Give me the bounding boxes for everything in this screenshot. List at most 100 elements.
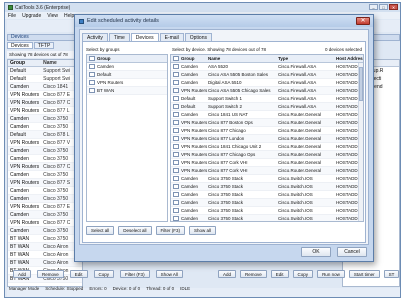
minimize-icon[interactable]: – xyxy=(369,4,378,10)
device-checkbox[interactable] xyxy=(173,208,179,213)
menu-view[interactable]: View xyxy=(47,13,58,19)
menu-upgrade[interactable]: Upgrade xyxy=(22,13,41,19)
select-all-devices-checkbox[interactable] xyxy=(173,56,179,61)
table-row[interactable]: BT WANCisco Airon xyxy=(8,259,82,267)
cell-group: VPN Routers xyxy=(10,140,40,146)
table-row[interactable]: BT WANCisco Airon xyxy=(8,251,82,259)
table-row[interactable]: VPN Routers Cisco 877 S xyxy=(8,179,82,187)
filter-button[interactable]: Filter (F3) xyxy=(155,226,186,235)
tab-devices[interactable]: Devices xyxy=(7,42,33,49)
device-checkbox[interactable] xyxy=(173,184,179,189)
device-checkbox[interactable] xyxy=(173,112,179,117)
remove-button[interactable]: Remove xyxy=(37,270,64,278)
maximize-icon[interactable]: □ xyxy=(379,4,388,10)
select-all-button[interactable]: Select all xyxy=(86,226,115,235)
device-checkbox[interactable] xyxy=(173,200,179,205)
table-row[interactable]: Camden Cisco 3750 xyxy=(8,187,82,195)
run-now-button[interactable]: Run now xyxy=(317,270,345,278)
table-row[interactable]: VPN Routers Cisco 877 E xyxy=(8,91,82,99)
table-row[interactable]: Camden Cisco 3750 xyxy=(8,147,82,155)
table-row[interactable]: VPN Routers Cisco 877 C xyxy=(8,99,82,107)
device-checkbox[interactable] xyxy=(173,96,179,101)
group-checkbox[interactable] xyxy=(89,88,95,93)
remove-activity-button[interactable]: Remove xyxy=(240,270,267,278)
device-checkbox[interactable] xyxy=(173,144,179,149)
table-row[interactable]: Camden Cisco 1841 xyxy=(8,83,82,91)
table-row[interactable]: Camden Cisco 3750 xyxy=(8,155,82,163)
list-item[interactable]: BT WAN xyxy=(87,87,167,95)
cell-group: Camden xyxy=(10,84,29,90)
ok-button[interactable]: OK xyxy=(301,247,331,257)
group-column-header[interactable]: Group xyxy=(8,60,41,66)
show-all-button[interactable]: Show All xyxy=(155,270,183,278)
table-row[interactable]: BT WAN Cisco 3750 xyxy=(8,235,82,243)
group-column-header[interactable]: Group xyxy=(181,55,208,62)
device-checkbox[interactable] xyxy=(173,216,179,221)
table-row[interactable]: VPN Routers Cisco 877 C xyxy=(8,219,82,227)
cell-group: BT WAN xyxy=(10,260,30,266)
table-row[interactable]: Default Support Swi xyxy=(8,75,82,83)
copy-button[interactable]: Copy xyxy=(93,270,115,278)
table-row[interactable]: VPN Routers Cisco 877 V xyxy=(8,139,82,147)
table-row[interactable]: Default Cisco 878 L xyxy=(8,131,82,139)
device-checkbox[interactable] xyxy=(173,160,179,165)
add-activity-button[interactable]: Add xyxy=(218,270,237,278)
device-checkbox[interactable] xyxy=(173,64,179,69)
table-row[interactable]: VPN Routers Cisco 877 E xyxy=(8,203,82,211)
menu-help[interactable]: Help xyxy=(64,13,74,19)
device-checkbox[interactable] xyxy=(173,128,179,133)
tab-tftp[interactable]: TFTP xyxy=(33,42,55,49)
cell-group: VPN Routers xyxy=(10,220,40,226)
table-row[interactable]: Camden Cisco 3750 xyxy=(8,123,82,131)
add-button[interactable]: Add xyxy=(13,270,32,278)
host-column-header[interactable]: Host Address xyxy=(336,55,363,62)
device-checkbox[interactable] xyxy=(173,152,179,157)
table-row[interactable]: Default Support Swi xyxy=(8,67,82,75)
show-all-button[interactable]: Show all xyxy=(189,226,217,235)
table-row[interactable]: Camden Cisco 3750 Stack Cisco.Switch.IOS HO… xyxy=(171,215,363,221)
table-row[interactable]: Camden Cisco 3750 xyxy=(8,211,82,219)
select-all-groups-checkbox[interactable] xyxy=(89,56,95,61)
copy-activity-button[interactable]: Copy xyxy=(292,270,314,278)
tab-time[interactable]: Time xyxy=(108,33,130,41)
device-checkbox[interactable] xyxy=(173,192,179,197)
start-timer-button[interactable]: Start timer xyxy=(348,270,380,278)
device-checkbox[interactable] xyxy=(173,176,179,181)
edit-button[interactable]: Edit xyxy=(69,270,88,278)
dialog-title-bar[interactable]: Edit scheduled activity details ✕ xyxy=(75,15,373,27)
tab-activity[interactable]: Activity xyxy=(82,33,108,41)
device-checkbox[interactable] xyxy=(173,136,179,141)
table-row[interactable]: Camden Cisco 3750 xyxy=(8,195,82,203)
group-checkbox[interactable] xyxy=(89,80,95,85)
filter-button[interactable]: Filter (F3) xyxy=(120,270,150,278)
table-row[interactable]: Camden Cisco 3750 xyxy=(8,227,82,235)
st-button[interactable]: ST xyxy=(383,270,400,278)
table-row[interactable]: VPN Routers Cisco 877 C xyxy=(8,163,82,171)
menu-file[interactable]: File xyxy=(8,13,16,19)
tab-email[interactable]: E-mail xyxy=(159,33,184,41)
group-column-header[interactable]: Group xyxy=(97,55,167,62)
device-checkbox[interactable] xyxy=(173,120,179,125)
group-checkbox[interactable] xyxy=(89,72,95,77)
device-checkbox[interactable] xyxy=(173,88,179,93)
vertical-scrollbar[interactable] xyxy=(358,63,363,221)
table-row[interactable]: Camden Cisco 3750 xyxy=(8,115,82,123)
table-row[interactable]: BT WANCisco Airon xyxy=(8,243,82,251)
close-icon[interactable]: ✕ xyxy=(356,17,370,25)
device-checkbox[interactable] xyxy=(173,104,179,109)
table-row[interactable]: Camden Cisco 3750 xyxy=(8,171,82,179)
device-checkbox[interactable] xyxy=(173,80,179,85)
name-column-header[interactable]: Name xyxy=(208,55,278,62)
cell-type: Cisco.Router.General xyxy=(278,111,322,117)
type-column-header[interactable]: Type xyxy=(278,55,336,62)
scrollbar-thumb[interactable] xyxy=(359,67,363,101)
device-checkbox[interactable] xyxy=(173,168,179,173)
edit-activity-button[interactable]: Edit xyxy=(270,270,289,278)
cancel-button[interactable]: Cancel xyxy=(337,247,367,257)
tab-options[interactable]: Options xyxy=(184,33,212,41)
table-row[interactable]: VPN Routers Cisco 877 L xyxy=(8,107,82,115)
group-checkbox[interactable] xyxy=(89,64,95,69)
deselect-all-button[interactable]: Deselect all xyxy=(118,226,152,235)
device-checkbox[interactable] xyxy=(173,72,179,77)
close-icon[interactable]: ✕ xyxy=(389,4,398,10)
